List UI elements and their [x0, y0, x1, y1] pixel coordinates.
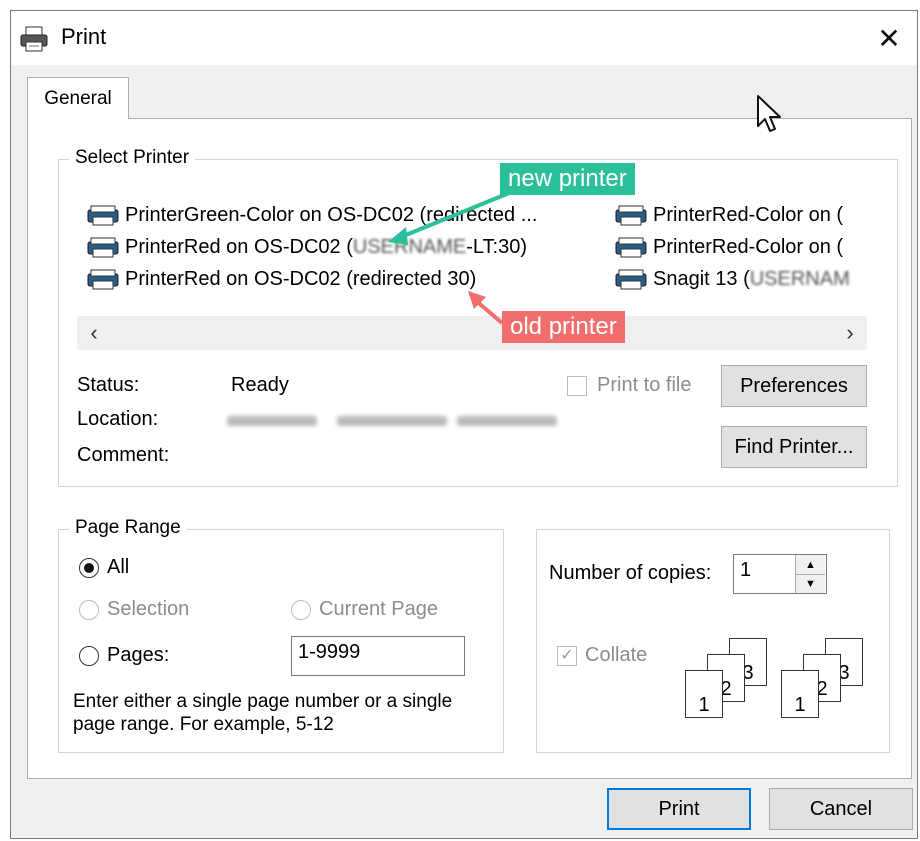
tab-general[interactable]: General — [27, 77, 129, 119]
pages-label: Pages: — [107, 644, 170, 666]
printer-icon — [615, 205, 647, 226]
print-dialog: Print ✕ General Select Printer PrinterGr… — [10, 10, 918, 839]
printer-name-prefix: Snagit 13 ( — [653, 267, 750, 290]
all-radio[interactable] — [79, 558, 99, 578]
tab-panel-general: Select Printer PrinterGreen-Color on OS-… — [27, 118, 912, 779]
old-printer-callout: old printer — [502, 311, 625, 343]
pages-input[interactable]: 1-9999 — [291, 636, 465, 676]
collate-checkbox[interactable]: ✓ — [557, 646, 577, 666]
find-printer-button[interactable]: Find Printer... — [721, 426, 867, 468]
window-title: Print — [61, 24, 107, 49]
horizontal-scrollbar[interactable]: ‹ › — [77, 316, 867, 350]
close-button[interactable]: ✕ — [861, 11, 917, 65]
printer-name: PrinterGreen-Color on OS-DC02 (redirecte… — [125, 203, 538, 226]
comment-label: Comment: — [77, 444, 170, 466]
new-printer-callout: new printer — [500, 163, 635, 195]
printer-item[interactable]: Snagit 13 ( USERNAM — [615, 264, 850, 294]
collate-page: 1 — [781, 670, 819, 718]
selection-label: Selection — [107, 598, 190, 620]
collate-page: 1 — [685, 670, 723, 718]
printer-name: PrinterRed-Color on ( — [653, 235, 844, 258]
page-range-legend: Page Range — [69, 517, 187, 539]
spin-up-icon[interactable]: ▲ — [796, 555, 825, 575]
printer-icon — [87, 269, 119, 290]
location-label: Location: — [77, 408, 159, 430]
title-bar: Print ✕ — [11, 11, 917, 65]
printer-item[interactable]: PrinterRed on OS-DC02 ( USERNAME -LT:30) — [87, 232, 527, 262]
printer-item[interactable]: PrinterRed-Color on ( — [615, 232, 843, 262]
spin-down-icon[interactable]: ▼ — [796, 575, 825, 593]
pages-radio[interactable] — [79, 646, 99, 666]
printer-name: PrinterRed-Color on ( — [653, 203, 844, 226]
mouse-cursor-icon — [757, 95, 781, 132]
printer-name-blurred: USERNAM — [749, 267, 850, 290]
copies-spinner[interactable]: ▲ ▼ — [795, 555, 825, 593]
current-page-radio[interactable] — [291, 600, 311, 620]
printer-icon — [20, 26, 48, 52]
printer-icon — [615, 269, 647, 290]
status-value: Ready — [231, 374, 289, 396]
printer-item[interactable]: PrinterRed on OS-DC02 (redirected 30) — [87, 264, 476, 294]
cancel-button[interactable]: Cancel — [769, 788, 913, 830]
number-of-copies-label: Number of copies: — [549, 562, 712, 584]
printer-icon — [87, 237, 119, 258]
printer-list[interactable]: PrinterGreen-Color on OS-DC02 (redirecte… — [77, 182, 871, 302]
select-printer-legend: Select Printer — [69, 147, 196, 169]
printer-name-suffix: -LT:30) — [466, 235, 527, 258]
selection-radio[interactable] — [79, 600, 99, 620]
printer-name-blurred: USERNAME — [352, 235, 467, 258]
current-page-label: Current Page — [319, 598, 438, 620]
page-range-hint: Enter either a single page number or a s… — [73, 691, 453, 735]
printer-name: PrinterRed on OS-DC02 (redirected 30) — [125, 267, 477, 290]
print-button[interactable]: Print — [607, 788, 751, 830]
scroll-left-icon[interactable]: ‹ — [77, 316, 111, 350]
page-range-group: Page Range All Selection Current Page Pa… — [58, 517, 504, 753]
close-icon: ✕ — [877, 22, 901, 54]
printer-name-prefix: PrinterRed on OS-DC02 ( — [125, 235, 353, 258]
collate-label: Collate — [585, 644, 648, 666]
status-label: Status: — [77, 374, 140, 396]
copies-group: Number of copies: 1 ▲ ▼ ✓ Collate 3 2 1 … — [536, 529, 890, 753]
collate-illustration: 3 2 1 — [781, 638, 871, 728]
collate-illustration: 3 2 1 — [685, 638, 775, 728]
preferences-button[interactable]: Preferences — [721, 365, 867, 407]
select-printer-group: Select Printer PrinterGreen-Color on OS-… — [58, 147, 898, 487]
printer-item[interactable]: PrinterRed-Color on ( — [615, 200, 843, 230]
print-to-file-checkbox[interactable] — [567, 376, 587, 396]
printer-item[interactable]: PrinterGreen-Color on OS-DC02 (redirecte… — [87, 200, 537, 230]
scroll-right-icon[interactable]: › — [833, 316, 867, 350]
printer-icon — [615, 237, 647, 258]
printer-icon — [87, 205, 119, 226]
all-label: All — [107, 556, 130, 578]
print-to-file-label: Print to file — [597, 374, 692, 396]
